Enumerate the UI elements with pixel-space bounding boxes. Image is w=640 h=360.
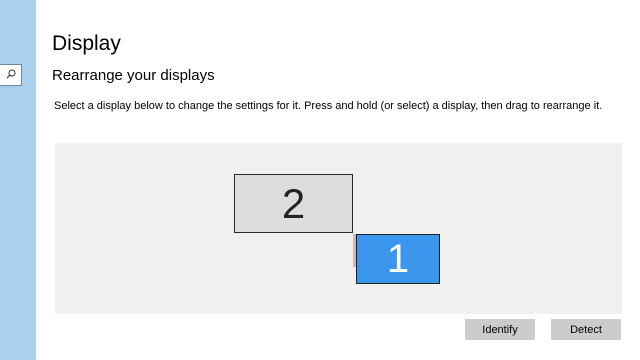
display-2-tile[interactable]: 2 <box>234 174 353 233</box>
identify-button[interactable]: Identify <box>465 319 535 340</box>
display-2-number: 2 <box>281 179 306 227</box>
display-settings-panel: Display Rearrange your displays Select a… <box>36 0 640 360</box>
section-title: Rearrange your displays <box>52 67 215 84</box>
detect-button[interactable]: Detect <box>551 319 621 340</box>
search-icon <box>6 66 16 84</box>
settings-sidebar <box>0 0 36 360</box>
instructions-text: Select a display below to change the set… <box>54 100 603 112</box>
sidebar-search-button[interactable] <box>0 64 22 86</box>
display-1-number: 1 <box>386 236 410 281</box>
display-arrangement-area[interactable]: 2 1 <box>55 143 622 314</box>
display-1-tile[interactable]: 1 <box>356 234 440 284</box>
page-title: Display <box>52 32 121 55</box>
